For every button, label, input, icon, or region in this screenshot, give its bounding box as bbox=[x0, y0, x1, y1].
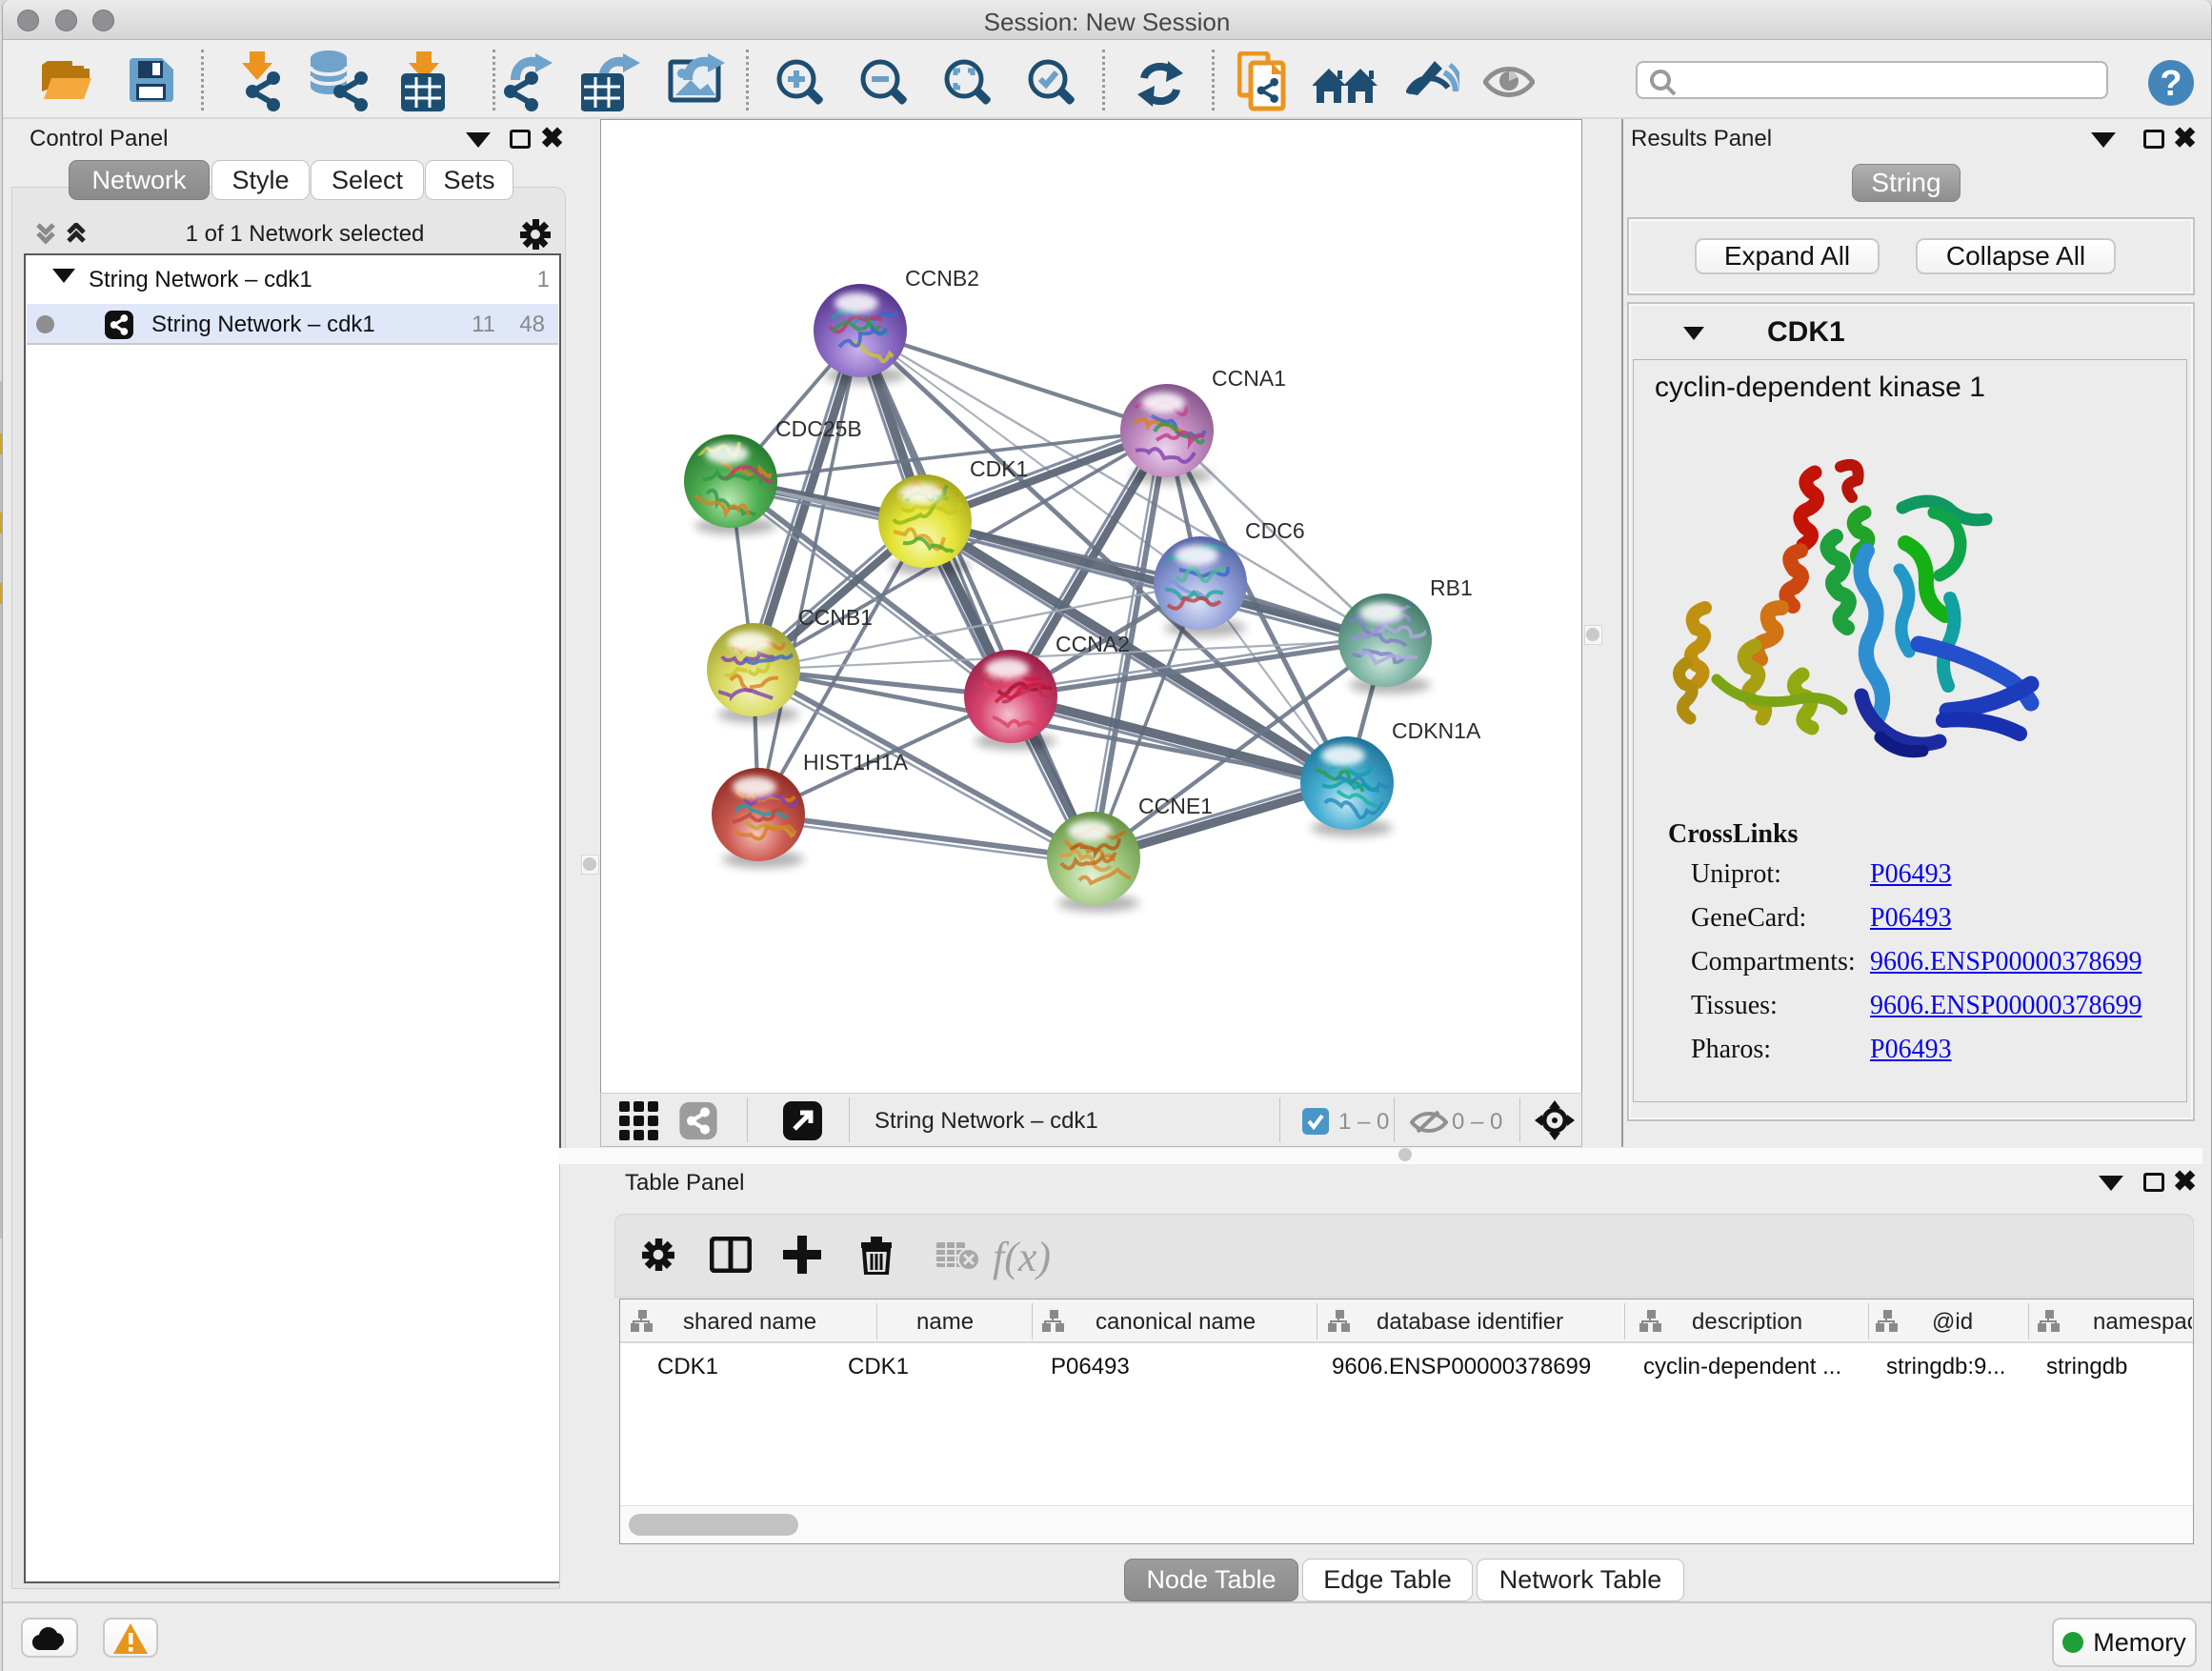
svg-text:CDC6: CDC6 bbox=[1245, 518, 1305, 543]
svg-text:CDK1: CDK1 bbox=[970, 456, 1028, 481]
svg-text:CCNA2: CCNA2 bbox=[1056, 632, 1130, 656]
svg-text:CCNE1: CCNE1 bbox=[1138, 794, 1213, 818]
svg-text:RB1: RB1 bbox=[1430, 575, 1473, 600]
svg-text:CCNB2: CCNB2 bbox=[905, 266, 979, 291]
svg-text:HIST1H1A: HIST1H1A bbox=[803, 750, 909, 775]
svg-text:?: ? bbox=[2160, 64, 2182, 104]
svg-text:CDKN1A: CDKN1A bbox=[1392, 718, 1481, 743]
svg-text:CCNB1: CCNB1 bbox=[798, 605, 873, 630]
svg-text:CDC25B: CDC25B bbox=[775, 416, 862, 441]
svg-text:CCNA1: CCNA1 bbox=[1212, 366, 1286, 391]
